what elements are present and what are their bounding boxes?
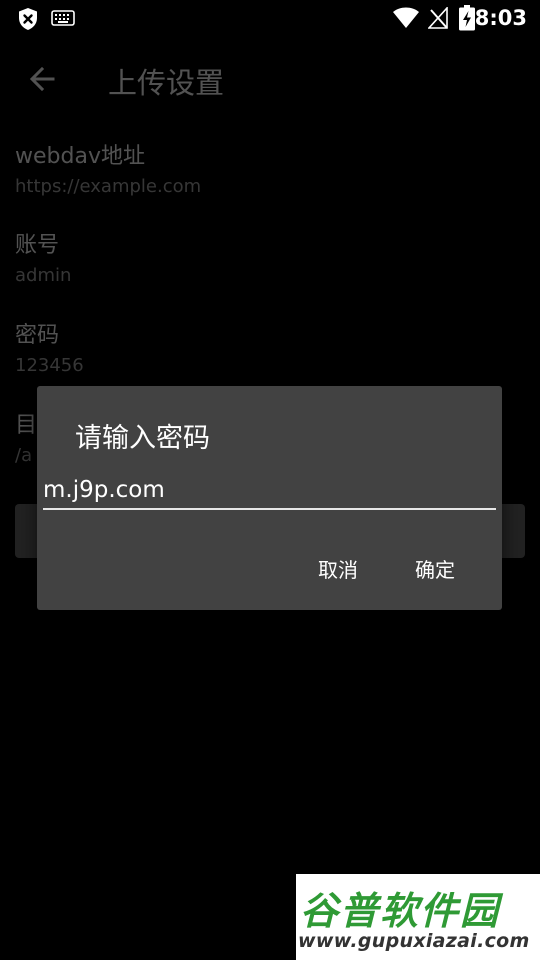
setting-account[interactable]: 账号 admin [15,227,525,286]
setting-webdav-url[interactable]: webdav地址 https://example.com [15,138,525,197]
watermark-title: 谷普软件园 [300,889,501,933]
watermark-logo: 谷普软件园 www.gupuxiazai.com [296,874,540,960]
setting-label: 密码 [15,323,60,348]
setting-value: 123456 [15,355,84,376]
password-input[interactable] [43,472,496,510]
setting-label: webdav地址 [15,144,145,169]
setting-value: admin [15,265,72,286]
toolbar: 上传设置 [0,36,540,120]
setting-value: https://example.com [15,176,202,197]
dialog-title: 请输入密码 [75,423,210,454]
arrow-left-icon[interactable] [25,62,59,96]
cancel-button[interactable]: 取消 [318,554,358,583]
page-title: 上传设置 [108,66,225,100]
setting-password[interactable]: 密码 123456 [15,317,525,376]
watermark-url: www.gupuxiazai.com [298,930,530,952]
setting-label: 账号 [15,233,60,258]
password-dialog: 请输入密码 取消 确定 [37,386,502,610]
ok-button[interactable]: 确定 [415,554,455,583]
